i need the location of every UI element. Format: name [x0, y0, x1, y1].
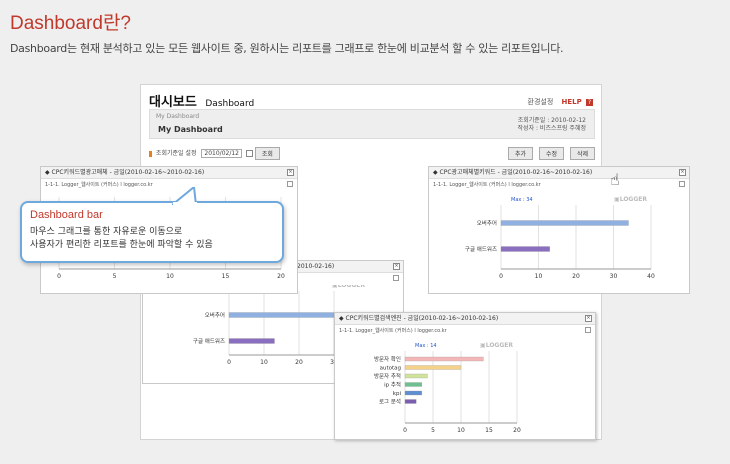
widget-4-header[interactable]: ◆ CPC키워드별검색엔진 - 금일(2010-02-16~2010-02-16… — [335, 313, 595, 325]
hand-cursor-icon: ☝ — [610, 170, 620, 189]
category-label: 로그 분석 — [379, 398, 401, 406]
x-tick-label: 10 — [457, 427, 465, 434]
widget-2[interactable]: ◆ CPC광고매체별키워드 - 금일(2010-02-16~2010-02-16… — [428, 166, 690, 294]
bar — [500, 246, 550, 252]
close-icon[interactable]: × — [393, 263, 400, 270]
category-label: autotag — [380, 366, 401, 372]
bar — [404, 373, 428, 379]
help-icon[interactable]: ? — [586, 99, 593, 106]
dashboard-bar-callout: Dashboard bar 마우스 그래그를 통한 자유로운 이동으로 사용자가… — [20, 187, 284, 263]
x-tick-label: 0 — [499, 273, 503, 280]
bar — [404, 390, 422, 396]
callout-text: 마우스 그래그를 통한 자유로운 이동으로 사용자가 편리한 리포트를 한눈에 … — [30, 226, 213, 252]
widget-1-header[interactable]: ◆ CPC키워드별광고매체 - 금일(2010-02-16~2010-02-16… — [41, 167, 297, 179]
bullet-icon — [149, 150, 152, 157]
bar — [404, 365, 462, 370]
widget-2-header[interactable]: ◆ CPC광고매체별키워드 - 금일(2010-02-16~2010-02-16… — [429, 167, 689, 179]
dashboard-title-en: Dashboard — [205, 99, 255, 109]
x-tick-label: 20 — [295, 359, 303, 366]
x-tick-label: 0 — [57, 273, 61, 280]
category-label: 구글 애드워즈 — [193, 337, 225, 345]
edit-button[interactable]: 수정 — [538, 147, 565, 160]
category-label: 구글 애드워즈 — [465, 245, 497, 253]
date-input[interactable]: 2010/02/12 — [201, 149, 242, 158]
x-tick-label: 5 — [113, 273, 117, 280]
my-dashboard-heading: My Dashboard — [158, 125, 223, 134]
x-tick-label: 20 — [277, 273, 285, 280]
category-label: 오버추어 — [477, 219, 497, 227]
callout-line-1: 마우스 그래그를 통한 자유로운 이동으로 — [30, 227, 183, 237]
search-button[interactable]: 조회 — [254, 147, 280, 160]
meta-date: 조회기준일 : 2010-02-12 — [517, 117, 586, 124]
my-dashboard-box: My Dashboard My Dashboard 조회기준일 : 2010-0… — [149, 109, 595, 139]
x-tick-label: 10 — [260, 359, 268, 366]
settings-link[interactable]: 환경설정 — [528, 98, 554, 106]
page-title: Dashboard란? — [10, 13, 131, 34]
filter-row: 조회기준일 설정 2010/02/12 조회 추가 수정 삭제 — [149, 147, 595, 161]
bar — [228, 312, 349, 318]
max-label: Max : 34 — [511, 197, 533, 203]
widget-1-title: CPC키워드별광고매체 - 금일(2010-02-16~2010-02-16) — [51, 169, 205, 176]
callout-line-2: 사용자가 편리한 리포트를 한눈에 파악할 수 있음 — [30, 240, 213, 250]
x-tick-label: 20 — [572, 273, 580, 280]
bar — [228, 338, 275, 344]
logger-watermark: ▣LOGGER — [480, 342, 513, 349]
x-tick-label: 0 — [227, 359, 231, 366]
bar — [404, 382, 422, 387]
widget-2-subtitle: 1-1-1. Logger_웹사이트 (커머스) l logger.co.kr — [433, 182, 541, 188]
bar — [404, 399, 417, 404]
bar — [500, 220, 629, 226]
delete-button[interactable]: 삭제 — [569, 147, 595, 160]
widget-4-subtitle: 1-1-1. Logger_웹사이트 (커머스) l logger.co.kr — [339, 328, 447, 334]
close-icon[interactable]: × — [679, 169, 686, 176]
grid-icon[interactable] — [585, 327, 591, 333]
action-buttons: 추가 수정 삭제 — [504, 147, 595, 160]
x-tick-label: 30 — [610, 273, 618, 280]
top-links: 환경설정 HELP ? — [528, 97, 593, 107]
widget-1-subtitle: 1-1-1. Logger_웹사이트 (커머스) l logger.co.kr — [45, 182, 153, 188]
max-label: Max : 14 — [415, 343, 437, 349]
x-tick-label: 0 — [403, 427, 407, 434]
breadcrumb: My Dashboard — [156, 113, 200, 120]
category-label: 오버추어 — [205, 311, 225, 319]
calendar-icon[interactable] — [245, 150, 253, 157]
logger-watermark: ▣LOGGER — [332, 285, 365, 289]
callout-title: Dashboard bar — [30, 209, 103, 221]
dashboard-title-ko: 대시보드 — [149, 95, 197, 110]
meta-author: 작성자 : 비즈스프링 주혜정 — [517, 125, 586, 132]
category-label: ip 추적 — [384, 382, 401, 389]
page-description: Dashboard는 현재 분석하고 있는 모든 웹사이트 중, 원하시는 리포… — [10, 42, 564, 55]
grid-icon[interactable] — [679, 181, 685, 187]
x-tick-label: 15 — [485, 427, 493, 434]
close-icon[interactable]: × — [585, 315, 592, 322]
callout-pointer — [172, 187, 198, 205]
widget-4-chart: 0 5 10 15 20 Max : 14 ▣LOGGER 방문자 확인 autotag방문자 … — [374, 342, 521, 434]
filter-label: 조회기준일 설정 — [155, 150, 197, 157]
x-tick-label: 15 — [222, 273, 230, 280]
bar — [404, 356, 484, 362]
grid-icon[interactable] — [287, 181, 293, 187]
widget-2-title: CPC광고매체별키워드 - 금일(2010-02-16~2010-02-16) — [439, 169, 593, 176]
widget-3-title: 2010-02-16) — [297, 263, 335, 270]
category-label: kpi — [393, 391, 402, 397]
grid-icon[interactable] — [393, 275, 399, 281]
x-tick-label: 5 — [431, 427, 435, 434]
category-label: 방문자 확인 — [374, 355, 401, 363]
x-tick-label: 40 — [647, 273, 655, 280]
dashboard-meta: 조회기준일 : 2010-02-12 작성자 : 비즈스프링 주혜정 — [518, 117, 586, 133]
category-label: 방문자 추적 — [374, 372, 401, 380]
help-link[interactable]: HELP — [562, 98, 582, 106]
logger-watermark: ▣LOGGER — [614, 196, 647, 203]
widget-4-title: CPC키워드별검색엔진 - 금일(2010-02-16~2010-02-16) — [345, 315, 499, 322]
add-button[interactable]: 추가 — [508, 147, 534, 160]
x-tick-label: 20 — [513, 427, 521, 434]
x-tick-label: 10 — [166, 273, 174, 280]
close-icon[interactable]: × — [287, 169, 294, 176]
dashboard-title: 대시보드 Dashboard — [149, 91, 254, 110]
widget-4[interactable]: ◆ CPC키워드별검색엔진 - 금일(2010-02-16~2010-02-16… — [334, 312, 596, 440]
widget-2-chart: 0 10 20 30 40 Max : 34 ▣LOGGER 오버추어구글 애드워즈 — [465, 196, 655, 280]
x-tick-label: 10 — [535, 273, 543, 280]
